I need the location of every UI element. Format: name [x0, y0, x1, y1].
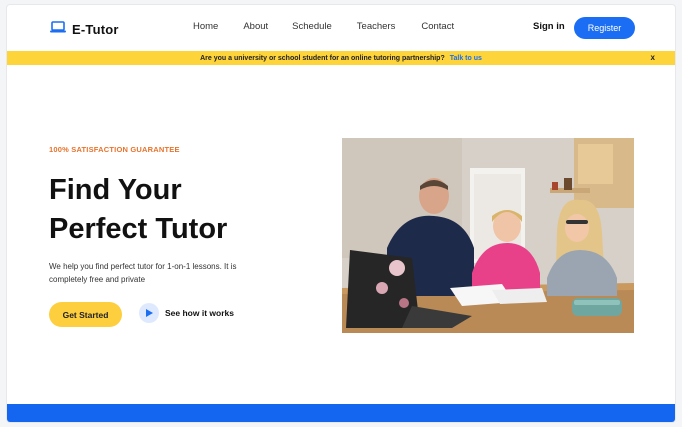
see-how-it-works-button[interactable]: See how it works: [139, 303, 234, 323]
nav-link-contact[interactable]: Contact: [421, 21, 454, 32]
see-how-label: See how it works: [165, 308, 234, 318]
banner-talk-link[interactable]: Talk to us: [450, 55, 482, 62]
hero-title-line1: Find Your: [49, 174, 182, 206]
hero-title: Find Your Perfect Tutor: [49, 171, 227, 249]
nav-link-about[interactable]: About: [243, 21, 268, 32]
brand-logo[interactable]: E-Tutor: [50, 20, 119, 38]
page-frame: E-Tutor Home About Schedule Teachers Con…: [6, 4, 676, 423]
hero-title-line2: Perfect Tutor: [49, 213, 228, 245]
brand-name: E-Tutor: [72, 21, 119, 37]
signin-link[interactable]: Sign in: [533, 21, 565, 32]
announcement-banner: Are you a university or school student f…: [7, 51, 675, 65]
hero-eyebrow: 100% SATISFACTION GUARANTEE: [49, 145, 180, 154]
footer-bar: [7, 404, 675, 422]
banner-close-icon[interactable]: x: [651, 53, 655, 62]
get-started-button[interactable]: Get Started: [49, 302, 122, 327]
register-button[interactable]: Register: [574, 17, 635, 39]
play-icon: [139, 303, 159, 323]
nav-link-home[interactable]: Home: [193, 21, 218, 32]
main-menu: Home About Schedule Teachers Contact: [193, 21, 454, 32]
top-navbar: E-Tutor Home About Schedule Teachers Con…: [7, 5, 675, 51]
hero-description: We help you find perfect tutor for 1-on-…: [49, 262, 237, 284]
nav-link-schedule[interactable]: Schedule: [292, 21, 332, 32]
nav-link-teachers[interactable]: Teachers: [357, 21, 396, 32]
hero-photo: [342, 138, 634, 333]
banner-text: Are you a university or school student f…: [200, 54, 445, 62]
laptop-icon: [50, 20, 66, 38]
